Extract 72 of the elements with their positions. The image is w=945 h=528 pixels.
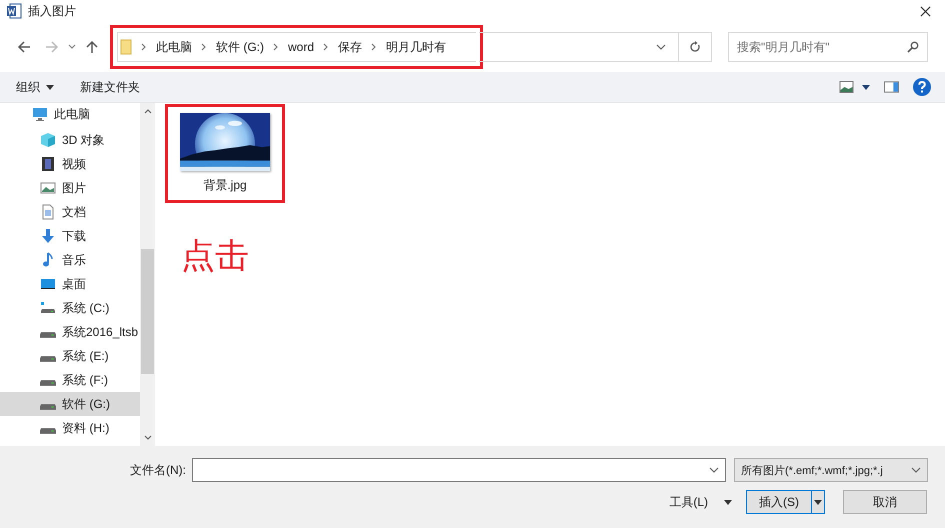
- drive-icon: [40, 356, 56, 362]
- insert-dropdown-button[interactable]: [811, 490, 825, 514]
- breadcrumb-item[interactable]: 保存: [338, 38, 362, 56]
- document-icon: [40, 204, 56, 220]
- help-icon[interactable]: [913, 78, 931, 96]
- nav-item[interactable]: 文档: [0, 200, 140, 224]
- chevron-icon: [201, 43, 207, 51]
- caret-icon: [814, 500, 822, 504]
- scrollbar[interactable]: [140, 103, 155, 446]
- file-type-dropdown[interactable]: 所有图片(*.emf;*.wmf;*.jpg;*.j: [734, 458, 928, 482]
- nav-item[interactable]: 软件 (G:): [0, 392, 140, 416]
- search-field[interactable]: 搜索"明月几时有": [728, 32, 928, 62]
- nav-item[interactable]: 3D 对象: [0, 128, 140, 152]
- chevron-icon: [273, 43, 279, 51]
- back-arrow-icon[interactable]: [17, 40, 31, 54]
- cube-icon: [40, 132, 56, 148]
- new-folder-button[interactable]: 新建文件夹: [74, 76, 146, 98]
- caret-icon[interactable]: [862, 84, 870, 90]
- nav-item[interactable]: 音乐: [0, 248, 140, 272]
- chevron-icon: [371, 43, 378, 51]
- close-icon[interactable]: [920, 6, 931, 16]
- desktop-icon: [40, 276, 56, 292]
- film-icon: [40, 156, 56, 172]
- view-icon[interactable]: [839, 81, 854, 93]
- preview-pane-icon[interactable]: [884, 81, 899, 93]
- breadcrumb-item[interactable]: 明月几时有: [386, 38, 446, 56]
- drive-icon: [40, 428, 56, 434]
- caret-icon: [724, 500, 732, 504]
- chevron-icon: [323, 43, 330, 51]
- dropdown-caret-icon[interactable]: [656, 44, 666, 50]
- chevron-icon: [141, 43, 147, 51]
- down-arrow-icon: [40, 228, 56, 244]
- scroll-up-icon[interactable]: [144, 109, 152, 114]
- folder-icon: [120, 39, 132, 55]
- file-item[interactable]: 背景.jpg: [165, 104, 285, 203]
- organize-button[interactable]: 组织: [10, 76, 60, 98]
- nav-item[interactable]: 系统2016_ltsb: [0, 320, 140, 344]
- tools-button[interactable]: 工具(L): [669, 494, 732, 510]
- up-arrow-icon[interactable]: [85, 40, 99, 54]
- nav-item[interactable]: 图片: [0, 176, 140, 200]
- search-icon: [907, 41, 919, 53]
- system-drive-icon: [40, 300, 56, 316]
- breadcrumb-item[interactable]: 软件 (G:): [216, 38, 264, 56]
- breadcrumb-item[interactable]: 此电脑: [156, 38, 192, 56]
- insert-button[interactable]: 插入(S): [746, 490, 811, 514]
- breadcrumb-item[interactable]: word: [288, 40, 314, 54]
- recent-caret-icon[interactable]: [68, 44, 76, 50]
- word-icon: [6, 3, 22, 19]
- cancel-button[interactable]: 取消: [843, 490, 927, 514]
- nav-item[interactable]: 视频: [0, 152, 140, 176]
- nav-item[interactable]: 系统 (F:): [0, 368, 140, 392]
- drive-icon: [40, 332, 56, 338]
- nav-item[interactable]: 此电脑: [0, 104, 140, 128]
- address-bar[interactable]: 此电脑 软件 (G:) word 保存 明月几时有: [117, 32, 476, 62]
- dropdown-caret-icon: [709, 467, 719, 473]
- filename-label: 文件名(N):: [130, 462, 187, 478]
- image-icon: [40, 180, 56, 196]
- nav-item[interactable]: 系统 (C:): [0, 296, 140, 320]
- drive-icon: [40, 380, 56, 386]
- annotation-text: 点击: [181, 236, 249, 277]
- nav-item[interactable]: 资料 (H:): [0, 416, 140, 440]
- dropdown-caret-icon: [911, 467, 921, 473]
- nav-item[interactable]: 下载: [0, 224, 140, 248]
- scroll-down-icon[interactable]: [144, 435, 152, 440]
- nav-item[interactable]: 桌面: [0, 272, 140, 296]
- filename-field[interactable]: [192, 458, 726, 482]
- caret-icon: [46, 84, 54, 90]
- window-title: 插入图片: [28, 2, 76, 20]
- nav-item[interactable]: 系统 (E:): [0, 344, 140, 368]
- drive-icon: [40, 404, 56, 410]
- computer-icon: [32, 106, 48, 122]
- file-name: 背景.jpg: [203, 177, 247, 194]
